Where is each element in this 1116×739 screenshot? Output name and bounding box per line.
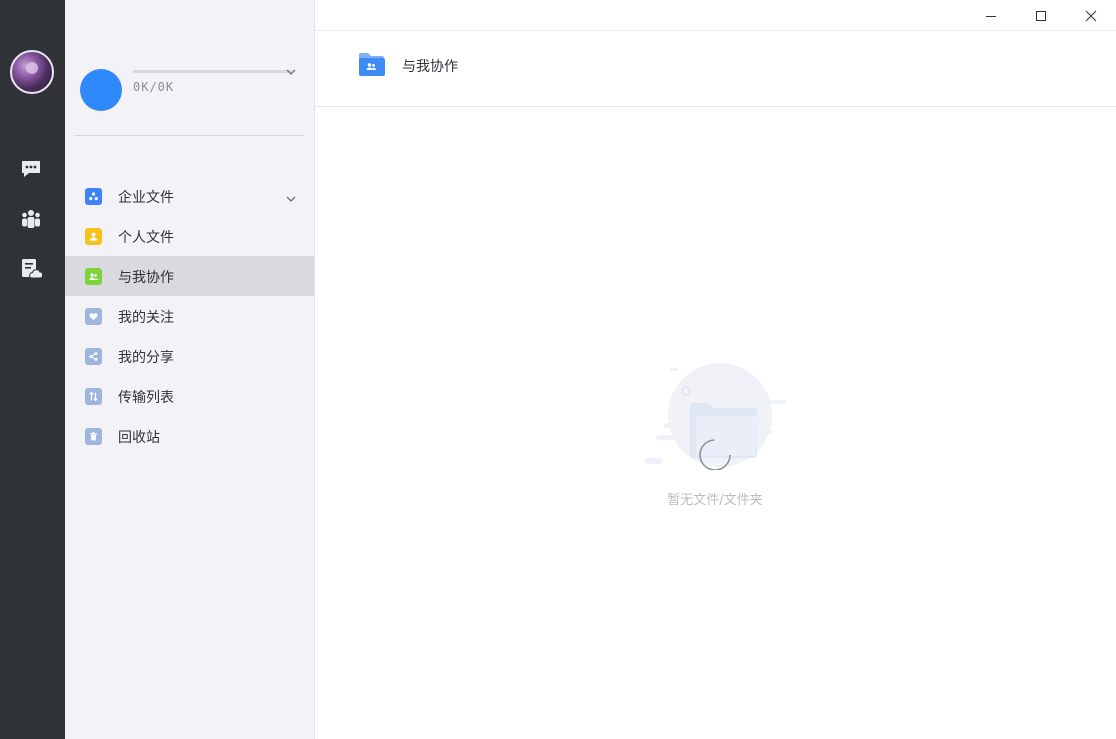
cloud-document-icon[interactable] [20,258,42,280]
collaborate-icon [85,268,102,285]
sidebar-item-label: 我的分享 [118,350,174,366]
chat-icon[interactable] [20,158,42,180]
sidebar-item-transfer-list[interactable]: 传输列表 [65,376,314,416]
sidebar-item-collaborate[interactable]: 与我协作 [65,256,314,296]
left-rail [0,0,65,739]
heart-icon [85,308,102,325]
enterprise-icon [85,188,102,205]
sidebar-item-my-shares[interactable]: 我的分享 [65,336,314,376]
folder-icon [358,51,385,77]
person-icon [85,228,102,245]
close-button[interactable] [1066,0,1116,31]
sidebar-item-label: 与我协作 [118,270,174,286]
transfer-icon [85,388,102,405]
chevron-down-icon[interactable] [285,63,297,75]
contacts-icon[interactable] [20,208,42,230]
quota-progress-bar [133,70,293,73]
sidebar-item-label: 回收站 [118,430,160,446]
empty-state-text: 暂无文件/文件夹 [667,493,763,508]
trash-icon [85,428,102,445]
sidebar-item-label: 企业文件 [118,190,174,206]
title-bar [315,0,1116,31]
sidebar-nav: 企业文件 个人文件 与我协作 我的关注 我的分享 传输列表 回收站 [65,176,314,456]
close-icon [1085,10,1097,21]
user-avatar-dot[interactable] [80,69,122,111]
page-title: 与我协作 [402,59,458,75]
maximize-button[interactable] [1016,0,1066,31]
sidebar-item-label: 传输列表 [118,390,174,406]
sidebar-item-recycle-bin[interactable]: 回收站 [65,416,314,456]
quota-text: 0K/0K [133,80,175,94]
content-header: 与我协作 [315,31,1116,107]
maximize-icon [1036,10,1046,21]
sidebar-item-enterprise-files[interactable]: 企业文件 [65,176,314,216]
sidebar-item-label: 个人文件 [118,230,174,246]
empty-folder-illustration [640,360,790,471]
avatar[interactable] [10,50,54,94]
sidebar-item-following[interactable]: 我的关注 [65,296,314,336]
divider [75,135,304,136]
share-icon [85,348,102,365]
sidebar-item-personal-files[interactable]: 个人文件 [65,216,314,256]
minimize-button[interactable] [966,0,1016,31]
sidebar-item-label: 我的关注 [118,310,174,326]
minimize-icon [986,15,996,17]
sidebar: 0K/0K 企业文件 个人文件 与我协作 我的关注 我的分享 传输列表 回收站 [65,0,315,739]
chevron-down-icon[interactable] [285,190,297,202]
